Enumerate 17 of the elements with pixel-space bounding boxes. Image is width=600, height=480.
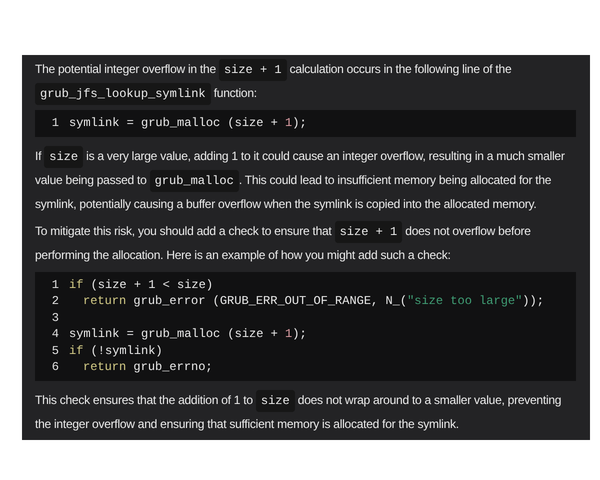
paragraph: If size is a very large value, adding 1 to it could cause an integer overflow, resulting in a much smaller value being passed to grub_malloc . This could lead to insufficient memory being allocated for the symlink, potentially causing a buffer overflow when the symlink is copied into the allocated memory. (35, 144, 576, 216)
paragraph: This check ensures that the addition of 1 to size does not wrap around to a smaller value, preventing the integer overflow and ensuring that sufficient memory is allocated for the symlink. (35, 388, 576, 436)
line-number: 1 (50, 276, 59, 293)
code-line: return grub_errno; (82, 359, 213, 376)
line-number: 6 (50, 359, 59, 376)
code-line: return grub_error (GRUB_ERR_OUT_OF_RANGE, N_("size too large")); (82, 293, 544, 310)
code-line: symlink = grub_malloc (size + 1); (69, 326, 307, 342)
paragraph: The potential integer overflow in the size + 1 calculation occurs in the following line of the grub_jfs_lookup_symlink function: (35, 57, 576, 105)
code-line: if (!symlink) (69, 342, 163, 359)
line-number: 1 (50, 115, 59, 132)
code-line: if (size + 1 < size) (69, 276, 214, 293)
line-number: 4 (50, 326, 59, 342)
line-number: 3 (50, 310, 59, 326)
code-line: symlink = grub_malloc (size + 1); (69, 115, 307, 132)
line-number: 5 (50, 342, 59, 359)
line-number: 2 (50, 293, 59, 310)
paragraph: To mitigate this risk, you should add a check to ensure that size + 1 does not overflow before performing the allocation. Here is an example of how you might add such a check: (35, 218, 576, 266)
